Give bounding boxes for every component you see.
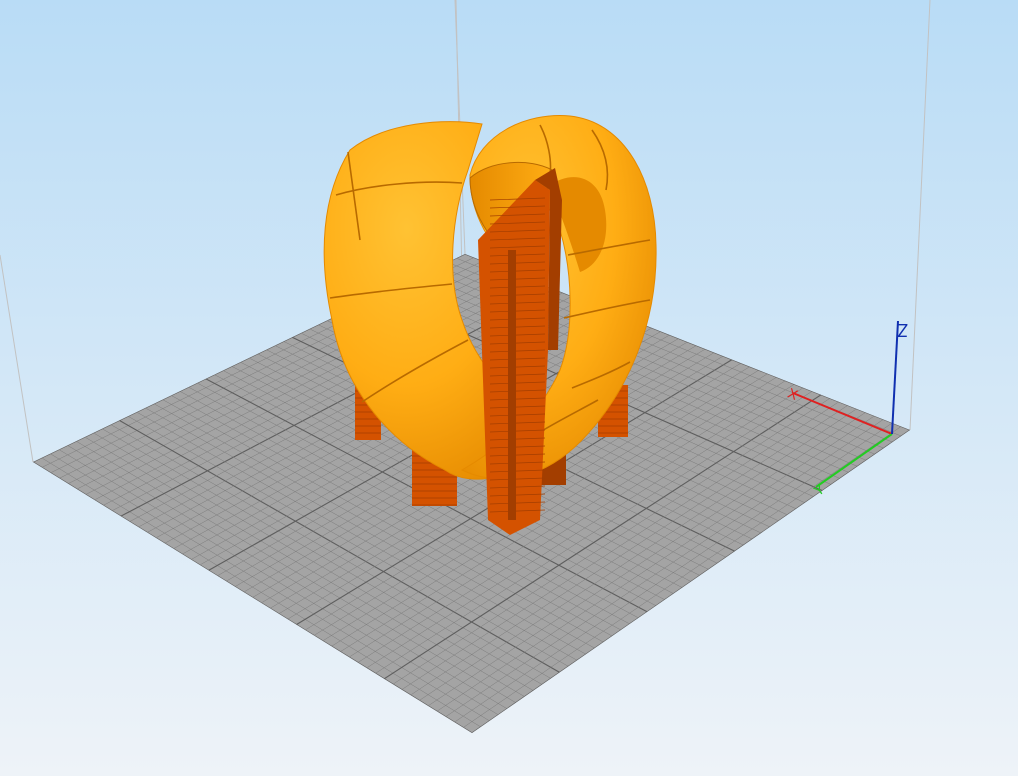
support-column — [508, 250, 516, 520]
z-axis-label: Z — [897, 320, 908, 340]
3d-viewport[interactable]: X Y Z — [0, 0, 1018, 776]
scene-canvas[interactable]: X Y Z — [0, 0, 1018, 776]
